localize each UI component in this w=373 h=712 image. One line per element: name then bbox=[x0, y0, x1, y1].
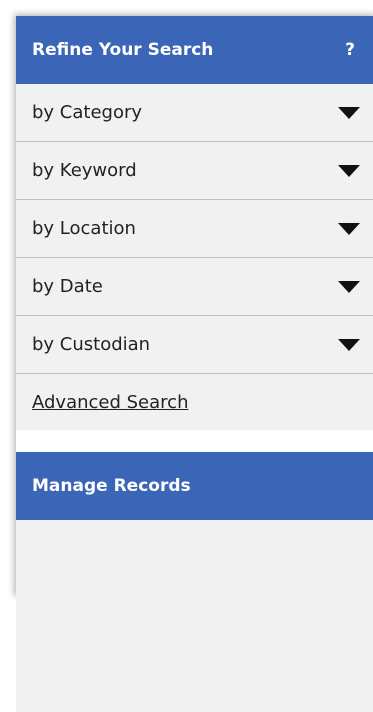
chevron-down-icon[interactable] bbox=[338, 338, 360, 351]
filter-date[interactable]: by Date bbox=[16, 258, 373, 316]
chevron-down-icon[interactable] bbox=[338, 280, 360, 293]
refine-search-header: Refine Your Search ? bbox=[16, 16, 373, 84]
sidebar-panel: Refine Your Search ? by Category by Keyw… bbox=[16, 16, 373, 712]
refine-search-title: Refine Your Search bbox=[32, 40, 214, 60]
advanced-search-row: Advanced Search bbox=[16, 374, 373, 430]
filter-label: by Location bbox=[32, 218, 136, 239]
advanced-search-link[interactable]: Advanced Search bbox=[32, 392, 188, 413]
chevron-down-icon[interactable] bbox=[338, 164, 360, 177]
page-frame: Refine Your Search ? by Category by Keyw… bbox=[0, 0, 373, 712]
filter-category[interactable]: by Category bbox=[16, 84, 373, 142]
manage-records-title: Manage Records bbox=[32, 476, 191, 496]
filter-label: by Date bbox=[32, 276, 103, 297]
filter-location[interactable]: by Location bbox=[16, 200, 373, 258]
filter-label: by Keyword bbox=[32, 160, 137, 181]
section-divider bbox=[16, 430, 373, 452]
filter-label: by Category bbox=[32, 102, 143, 123]
chevron-down-icon[interactable] bbox=[338, 222, 360, 235]
manage-records-header: Manage Records bbox=[16, 452, 373, 520]
manage-records-body bbox=[16, 520, 373, 712]
filter-keyword[interactable]: by Keyword bbox=[16, 142, 373, 200]
chevron-down-icon[interactable] bbox=[338, 106, 360, 119]
filter-label: by Custodian bbox=[32, 334, 151, 355]
help-icon[interactable]: ? bbox=[345, 40, 355, 60]
filter-custodian[interactable]: by Custodian bbox=[16, 316, 373, 374]
